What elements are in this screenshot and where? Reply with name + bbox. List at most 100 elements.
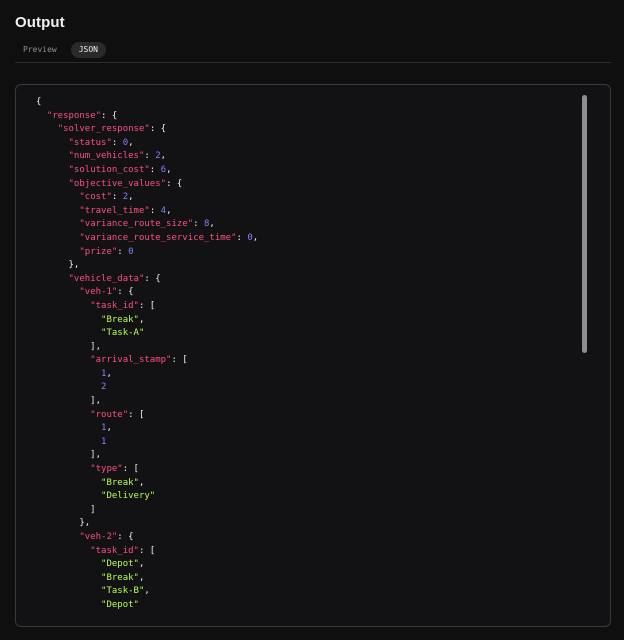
json-token-key: "veh-2" — [79, 532, 118, 542]
json-line: "route": [ — [36, 409, 258, 423]
json-line: "variance_route_size": 8, — [36, 218, 258, 232]
json-token-punc — [36, 573, 101, 583]
json-token-punc — [36, 206, 79, 216]
json-token-punc — [36, 355, 90, 365]
json-token-punc: : { — [117, 287, 134, 298]
json-line: "type": [ — [36, 463, 258, 477]
json-token-punc: , — [128, 137, 134, 148]
json-token-punc: , — [138, 572, 145, 583]
json-token-punc — [36, 165, 69, 175]
json-token-num: 0 — [128, 246, 134, 257]
json-token-punc: , — [106, 423, 112, 434]
json-token-punc: , — [144, 586, 150, 597]
tabs-divider — [15, 62, 611, 63]
json-token-key: "num_vehicles" — [68, 151, 145, 162]
json-token-punc: , — [106, 368, 112, 379]
json-token-punc: , — [138, 559, 145, 570]
json-token-punc: ], — [36, 450, 102, 461]
json-token-key: "variance_route_size" — [79, 219, 194, 230]
json-line: "Depot" — [36, 599, 258, 613]
json-token-key: "vehicle_data" — [68, 273, 145, 284]
json-line: "solver_response": { — [36, 123, 258, 137]
json-token-punc — [36, 559, 101, 569]
tab-json[interactable]: JSON — [70, 42, 106, 58]
json-token-punc: , — [209, 219, 215, 230]
json-token-punc — [36, 410, 90, 420]
json-token-key: "route" — [90, 409, 129, 420]
json-token-punc: : [ — [122, 464, 139, 475]
json-token-key: "variance_route_service_time" — [79, 232, 237, 243]
vertical-scrollbar-thumb[interactable] — [582, 95, 587, 353]
json-token-punc — [36, 478, 101, 488]
json-token-key: "status" — [68, 137, 112, 148]
json-token-punc: : [ — [128, 409, 145, 420]
json-line: 1, — [36, 368, 258, 382]
json-token-punc: : { — [149, 124, 167, 135]
json-token-key: "task_id" — [90, 545, 139, 556]
json-line: "veh-1": { — [36, 286, 258, 300]
json-line: "response": { — [36, 110, 258, 124]
json-line: }, — [36, 517, 258, 531]
json-token-str: "Break" — [101, 477, 139, 488]
json-line: "prize": 0 — [36, 246, 258, 260]
json-token-key: "task_id" — [90, 300, 139, 311]
json-token-punc — [36, 532, 79, 542]
json-line: 1, — [36, 422, 258, 436]
json-token-str: "Task-B" — [101, 586, 145, 597]
json-line: "task_id": [ — [36, 545, 258, 559]
json-token-punc — [36, 546, 90, 556]
json-token-punc — [36, 301, 90, 311]
json-token-punc: : { — [101, 110, 118, 121]
json-line: "Break", — [36, 314, 258, 328]
json-token-str: "Depot" — [101, 559, 139, 570]
json-token-punc — [36, 464, 90, 474]
json-token-str: "Break" — [101, 314, 139, 325]
json-token-punc — [36, 382, 101, 392]
json-token-punc — [36, 437, 101, 447]
json-token-punc: : [ — [138, 545, 156, 556]
json-token-key: "objective_values" — [68, 178, 167, 189]
json-code-view: { "response": { "solver_response": { "st… — [36, 96, 258, 613]
json-line: "variance_route_service_time": 0, — [36, 232, 258, 246]
json-token-punc — [36, 600, 101, 610]
json-token-punc — [36, 179, 69, 189]
json-token-num: 2 — [101, 382, 107, 393]
json-token-punc — [36, 369, 101, 379]
json-token-punc: , — [166, 205, 172, 216]
json-token-punc — [36, 586, 101, 596]
json-line: { — [36, 96, 258, 110]
json-token-punc — [36, 287, 79, 297]
view-tabs: Preview JSON — [15, 42, 106, 58]
page-title: Output — [15, 14, 65, 31]
json-line: "Depot", — [36, 558, 258, 572]
json-token-key: "prize" — [79, 246, 118, 257]
json-token-punc — [36, 233, 79, 243]
json-token-punc — [36, 328, 101, 338]
json-token-punc: : — [193, 219, 204, 230]
json-token-punc — [36, 124, 58, 134]
json-line: "Delivery" — [36, 490, 258, 504]
json-token-punc: : { — [117, 532, 134, 542]
json-token-str: "Delivery" — [101, 491, 156, 502]
json-token-punc: ] — [36, 504, 96, 515]
json-line: "Break", — [36, 572, 258, 586]
json-token-punc — [36, 274, 69, 284]
json-token-punc — [36, 247, 79, 257]
json-output-panel[interactable]: { "response": { "solver_response": { "st… — [15, 84, 611, 627]
json-token-str: "Depot" — [101, 599, 139, 610]
json-token-punc: , — [160, 151, 167, 162]
json-line: ] — [36, 504, 258, 518]
json-token-key: "veh-1" — [79, 287, 118, 298]
json-token-punc: : — [117, 246, 129, 257]
json-token-punc: , — [138, 314, 145, 325]
json-token-punc: : — [111, 137, 123, 148]
tab-preview[interactable]: Preview — [15, 42, 65, 58]
json-line: "status": 0, — [36, 137, 258, 151]
json-token-str: "Task-A" — [101, 328, 145, 339]
json-line: ], — [36, 341, 258, 355]
json-token-key: "solver_response" — [57, 124, 150, 135]
json-token-punc: ], — [36, 341, 102, 352]
json-token-punc: : — [111, 192, 123, 203]
json-token-punc: , — [128, 192, 134, 203]
json-token-punc: }, — [36, 260, 80, 271]
